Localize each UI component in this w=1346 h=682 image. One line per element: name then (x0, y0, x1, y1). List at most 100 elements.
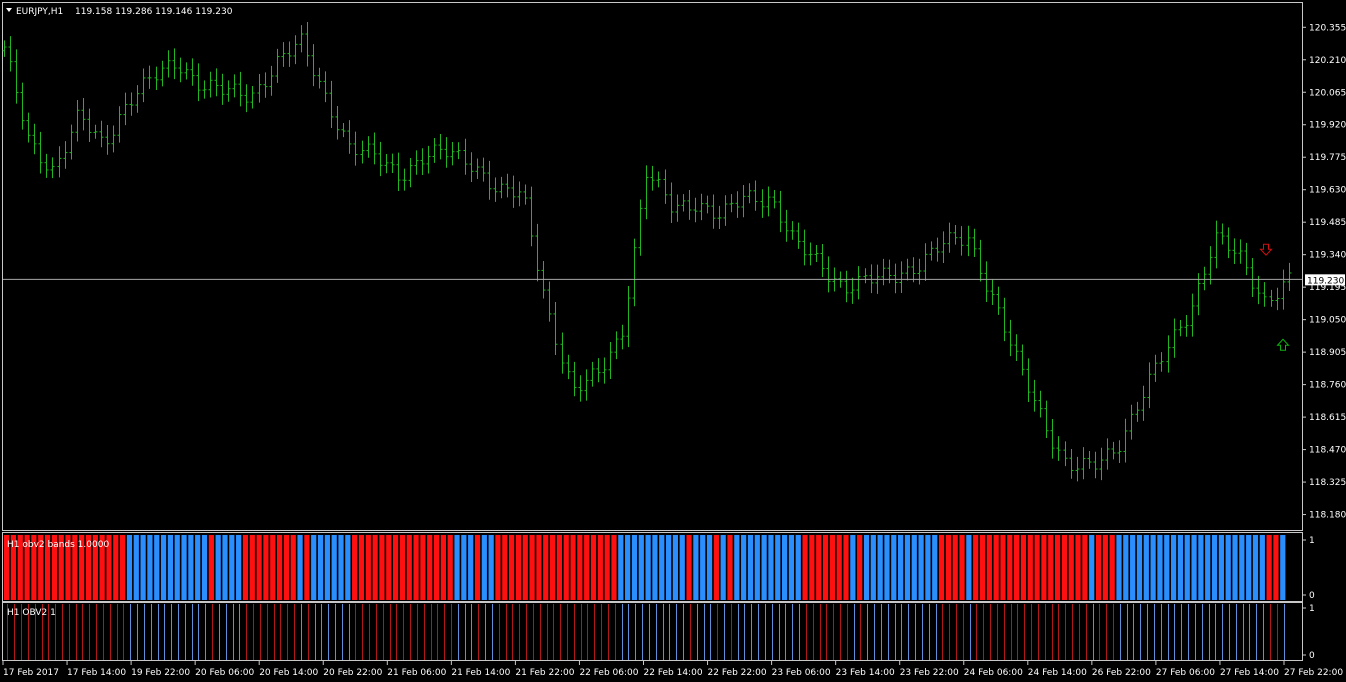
obv-band-bar (536, 535, 542, 600)
obv-band-bar (1211, 535, 1218, 600)
obv-band-bar (747, 535, 754, 600)
obv-band-bar (734, 535, 740, 600)
time-tick-label: 21 Feb 06:00 (387, 668, 446, 678)
obv-band-bar (665, 535, 672, 600)
time-tick-label: 22 Feb 14:00 (644, 668, 703, 678)
price-tick-label: 120.065 (1309, 88, 1346, 98)
ohlc-readout: 119.158 119.286 119.146 119.230 (75, 7, 233, 17)
triangle-down-icon[interactable] (6, 8, 12, 12)
obv-band-bar (795, 535, 801, 600)
obv-band-bar (399, 535, 406, 600)
obv-band-bar (836, 535, 842, 600)
obv-band-bar (1232, 535, 1238, 600)
obv-band-bar (474, 535, 481, 600)
price-tick-label: 119.050 (1309, 316, 1346, 326)
obv-band-bar (154, 535, 160, 600)
obv-band-bar (1136, 535, 1143, 600)
time-tick-label: 27 Feb 06:00 (1156, 668, 1215, 678)
obv-band-bar (679, 535, 685, 600)
obv-band-bar (509, 535, 515, 600)
obv-band-bar (693, 535, 699, 600)
obv-band-bar (147, 535, 153, 600)
obv-band-bar (775, 535, 781, 600)
obv-band-bar (502, 535, 508, 600)
obv-band-bar (461, 535, 467, 600)
obv-band-bar (188, 535, 194, 600)
price-tick-label: 119.920 (1309, 121, 1346, 131)
obv-band-bar (1123, 535, 1129, 600)
obv-band-bar (877, 535, 883, 600)
price-tick-label: 118.905 (1309, 348, 1346, 358)
price-tick-label: 120.355 (1309, 23, 1346, 33)
obv-band-bar (911, 535, 917, 600)
obv-band-bar (195, 535, 201, 600)
obv-band-bar (604, 535, 610, 600)
obv-band-bar (938, 535, 945, 600)
obv-band-bar (802, 535, 808, 600)
obv-band-bar (645, 535, 651, 600)
obv-band-bar (181, 535, 187, 600)
price-tick-label: 119.340 (1309, 251, 1346, 261)
obv-band-bar (201, 535, 208, 600)
obv-band-bar (563, 535, 569, 600)
price-tick-label: 118.470 (1309, 446, 1346, 456)
obv-band-bar (1273, 535, 1279, 600)
price-axis: 120.355 120.210 120.065 119.920 119.775 119.6… (1302, 23, 1346, 521)
obv-band-bar (850, 535, 856, 600)
obv-band-bar (358, 535, 365, 600)
time-tick-label: 17 Feb 2017 (3, 668, 59, 678)
obv-band-bar (952, 535, 958, 600)
obv-band-bar (788, 535, 795, 600)
obv-band-bar (1041, 535, 1047, 600)
obv-band-bar (1157, 535, 1163, 600)
obv-band-bar (1239, 535, 1245, 600)
obv-band-bar (365, 535, 371, 600)
time-tick-label: 20 Feb 22:00 (323, 668, 382, 678)
down-arrow-icon (1259, 243, 1273, 256)
obv-band-bar (174, 535, 180, 600)
time-tick-label: 22 Feb 06:00 (579, 668, 638, 678)
obv-band-bar (857, 535, 863, 600)
current-price-label: 119.230 (1307, 276, 1344, 286)
obv-band-bar (884, 535, 890, 600)
obv-band-bar (515, 535, 522, 600)
obv-band-bar (481, 535, 487, 600)
obv-band-bar (713, 535, 719, 600)
indicator-tick-label: 1 (1309, 536, 1315, 546)
trading-chart[interactable]: 120.355 120.210 120.065 119.920 119.775 119.6… (0, 0, 1346, 682)
time-tick-label: 20 Feb 06:00 (195, 668, 254, 678)
obv-band-bar (652, 535, 658, 600)
obv-band-bar (700, 535, 706, 600)
obv-band-bar (1177, 535, 1184, 600)
obv-line-title: H1 OBV2 1 (7, 608, 56, 618)
time-axis: 17 Feb 2017 17 Feb 14:00 19 Feb 22:00 20 Fe… (2, 661, 1343, 678)
obv-band-bar (229, 535, 235, 600)
obv-band-bar (741, 535, 747, 600)
obv-band-bar (208, 535, 214, 600)
obv-line-histogram (7, 604, 1285, 660)
obv-band-bar (270, 535, 276, 600)
obv-band-bar (392, 535, 399, 600)
obv-band-bar (256, 535, 262, 600)
obv-band-bar (959, 535, 965, 600)
obv-band-bar (686, 535, 692, 600)
obv-band-bar (1089, 535, 1095, 600)
obv-band-bar (406, 535, 412, 600)
obv-band-bar (625, 535, 631, 600)
time-tick-label: 27 Feb 22:00 (1284, 668, 1343, 678)
obv-band-bar (584, 535, 590, 600)
price-tick-label: 119.630 (1309, 186, 1346, 196)
obv-band-bar (1014, 535, 1020, 600)
obv-band-bar (1095, 535, 1102, 600)
obv-band-bar (529, 535, 535, 600)
indicator-tick-label: 1 (1309, 604, 1315, 614)
time-tick-label: 23 Feb 06:00 (772, 668, 831, 678)
obv-band-bar (809, 535, 815, 600)
obv-band-bar (263, 535, 269, 600)
obv-band-bar (222, 535, 228, 600)
obv-bands-histogram (4, 535, 1286, 600)
obv-band-bar (1048, 535, 1054, 600)
obv-band-bar (126, 535, 133, 600)
time-tick-label: 21 Feb 22:00 (515, 668, 574, 678)
obv-band-bar (113, 535, 119, 600)
